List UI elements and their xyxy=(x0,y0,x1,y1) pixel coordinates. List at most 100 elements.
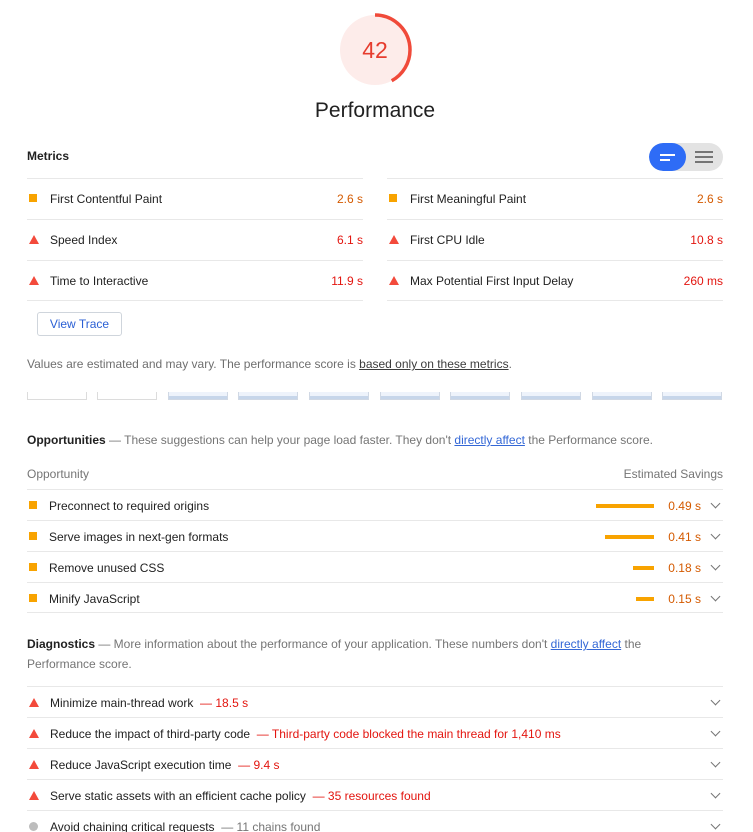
opportunity-column-header: Opportunity xyxy=(27,467,90,481)
savings-column-header: Estimated Savings xyxy=(623,467,723,481)
metric-label: Speed Index xyxy=(50,233,118,247)
savings-bar xyxy=(633,566,654,570)
note-tail: . xyxy=(508,357,512,371)
diagnostic-row[interactable]: Reduce the impact of third-party code — … xyxy=(27,717,723,748)
average-square-icon xyxy=(389,194,397,202)
opportunity-row[interactable]: Minify JavaScript 0.15 s xyxy=(27,582,723,613)
metric-label: Max Potential First Input Delay xyxy=(410,274,574,288)
average-square-icon xyxy=(29,194,37,202)
fail-triangle-icon xyxy=(389,235,399,244)
savings-bar xyxy=(605,535,654,539)
diagnostic-text: Avoid chaining critical requests — 11 ch… xyxy=(50,820,320,832)
opportunity-row[interactable]: Remove unused CSS 0.18 s xyxy=(27,551,723,582)
filmstrip-frame xyxy=(592,392,652,400)
filmstrip-frame xyxy=(662,392,722,400)
diagnostic-row[interactable]: Minimize main-thread work — 18.5 s xyxy=(27,686,723,717)
fail-triangle-icon xyxy=(29,698,39,707)
average-square-icon xyxy=(29,501,37,509)
fail-triangle-icon xyxy=(29,760,39,769)
performance-score: 42 xyxy=(362,37,388,63)
fail-triangle-icon xyxy=(29,276,39,285)
metric-first-cpu-idle: First CPU Idle 10.8 s xyxy=(387,219,723,260)
directly-affect-link[interactable]: directly affect xyxy=(551,637,621,651)
filmstrip-frame xyxy=(380,392,440,400)
chevron-down-icon[interactable] xyxy=(710,788,721,799)
fail-triangle-icon xyxy=(389,276,399,285)
diagnostic-label: Avoid chaining critical requests xyxy=(50,820,215,832)
metric-label: Time to Interactive xyxy=(50,274,149,288)
metric-first-meaningful-paint: First Meaningful Paint 2.6 s xyxy=(387,178,723,219)
average-square-icon xyxy=(29,532,37,540)
chevron-down-icon[interactable] xyxy=(710,695,721,706)
average-square-icon xyxy=(29,594,37,602)
diagnostic-detail: — 18.5 s xyxy=(200,696,249,710)
diagnostic-label: Reduce the impact of third-party code xyxy=(50,727,251,741)
metrics-link[interactable]: based only on these metrics xyxy=(359,357,508,371)
diagnostic-row[interactable]: Serve static assets with an efficient ca… xyxy=(27,779,723,810)
opportunities-columns: Opportunity Estimated Savings xyxy=(27,467,723,481)
savings-value: 0.18 s xyxy=(668,561,701,575)
diagnostics-tail: the xyxy=(621,637,642,651)
filmstrip-frame xyxy=(450,392,510,400)
metric-time-to-interactive: Time to Interactive 11.9 s xyxy=(27,260,363,301)
diagnostic-detail: — 11 chains found xyxy=(221,820,321,832)
average-square-icon xyxy=(29,563,37,571)
savings-value: 0.49 s xyxy=(668,499,701,513)
compact-view-button[interactable] xyxy=(649,143,686,171)
chevron-down-icon[interactable] xyxy=(710,819,721,830)
diagnostic-row[interactable]: Avoid chaining critical requests — 11 ch… xyxy=(27,810,723,832)
directly-affect-link[interactable]: directly affect xyxy=(454,433,524,447)
chevron-down-icon[interactable] xyxy=(710,560,721,571)
chevron-down-icon[interactable] xyxy=(710,498,721,509)
chevron-down-icon[interactable] xyxy=(710,757,721,768)
opportunities-title: Opportunities xyxy=(27,433,106,447)
diagnostic-text: Reduce the impact of third-party code — … xyxy=(50,727,561,741)
filmstrip-frame xyxy=(168,392,228,400)
opportunity-row[interactable]: Preconnect to required origins 0.49 s xyxy=(27,489,723,520)
opportunity-label: Serve images in next-gen formats xyxy=(49,530,229,544)
performance-title: Performance xyxy=(314,99,436,122)
filmstrip-frame xyxy=(27,392,87,400)
diagnostics-desc-line2: Performance score. xyxy=(27,657,132,671)
metric-max-potential-fid: Max Potential First Input Delay 260 ms xyxy=(387,260,723,301)
expanded-view-button[interactable] xyxy=(686,143,723,171)
diagnostic-label: Serve static assets with an efficient ca… xyxy=(50,789,306,803)
diagnostic-detail: — 35 resources found xyxy=(312,789,431,803)
chevron-down-icon[interactable] xyxy=(710,726,721,737)
fail-triangle-icon xyxy=(29,235,39,244)
metric-label: First CPU Idle xyxy=(410,233,485,247)
diagnostic-detail: — 9.4 s xyxy=(238,758,280,772)
diagnostic-text: Reduce JavaScript execution time — 9.4 s xyxy=(50,758,279,772)
savings-bar xyxy=(636,597,654,601)
metrics-note: Values are estimated and may vary. The p… xyxy=(27,357,512,371)
metrics-title: Metrics xyxy=(27,149,70,163)
metrics-view-toggle[interactable] xyxy=(649,143,723,171)
view-trace-button[interactable]: View Trace xyxy=(37,312,122,336)
opportunity-row[interactable]: Serve images in next-gen formats 0.41 s xyxy=(27,520,723,551)
metric-first-contentful-paint: First Contentful Paint 2.6 s xyxy=(27,178,363,219)
filmstrip-frame xyxy=(238,392,298,400)
diagnostic-text: Serve static assets with an efficient ca… xyxy=(50,789,431,803)
opportunity-label: Preconnect to required origins xyxy=(49,499,210,513)
metric-value: 260 ms xyxy=(683,274,723,288)
diagnostic-detail: — Third-party code blocked the main thre… xyxy=(256,727,561,741)
savings-value: 0.41 s xyxy=(668,530,701,544)
filmstrip-frame xyxy=(521,392,581,400)
metric-value: 2.6 s xyxy=(696,192,723,206)
opportunities-desc: — These suggestions can help your page l… xyxy=(105,433,455,447)
metric-value: 6.1 s xyxy=(336,233,363,247)
savings-value: 0.15 s xyxy=(668,592,701,606)
opportunities-tail: the Performance score. xyxy=(524,433,653,447)
metric-value: 2.6 s xyxy=(336,192,363,206)
info-circle-icon xyxy=(29,822,38,831)
diagnostic-row[interactable]: Reduce JavaScript execution time — 9.4 s xyxy=(27,748,723,779)
diagnostic-label: Minimize main-thread work xyxy=(50,696,194,710)
metric-label: First Contentful Paint xyxy=(50,192,163,206)
metric-value: 11.9 s xyxy=(331,274,363,288)
chevron-down-icon[interactable] xyxy=(710,591,721,602)
diagnostics-desc: — More information about the performance… xyxy=(95,637,551,651)
metric-speed-index: Speed Index 6.1 s xyxy=(27,219,363,260)
opportunities-header: Opportunities — These suggestions can he… xyxy=(27,430,653,450)
filmstrip-frame xyxy=(97,392,157,400)
chevron-down-icon[interactable] xyxy=(710,529,721,540)
